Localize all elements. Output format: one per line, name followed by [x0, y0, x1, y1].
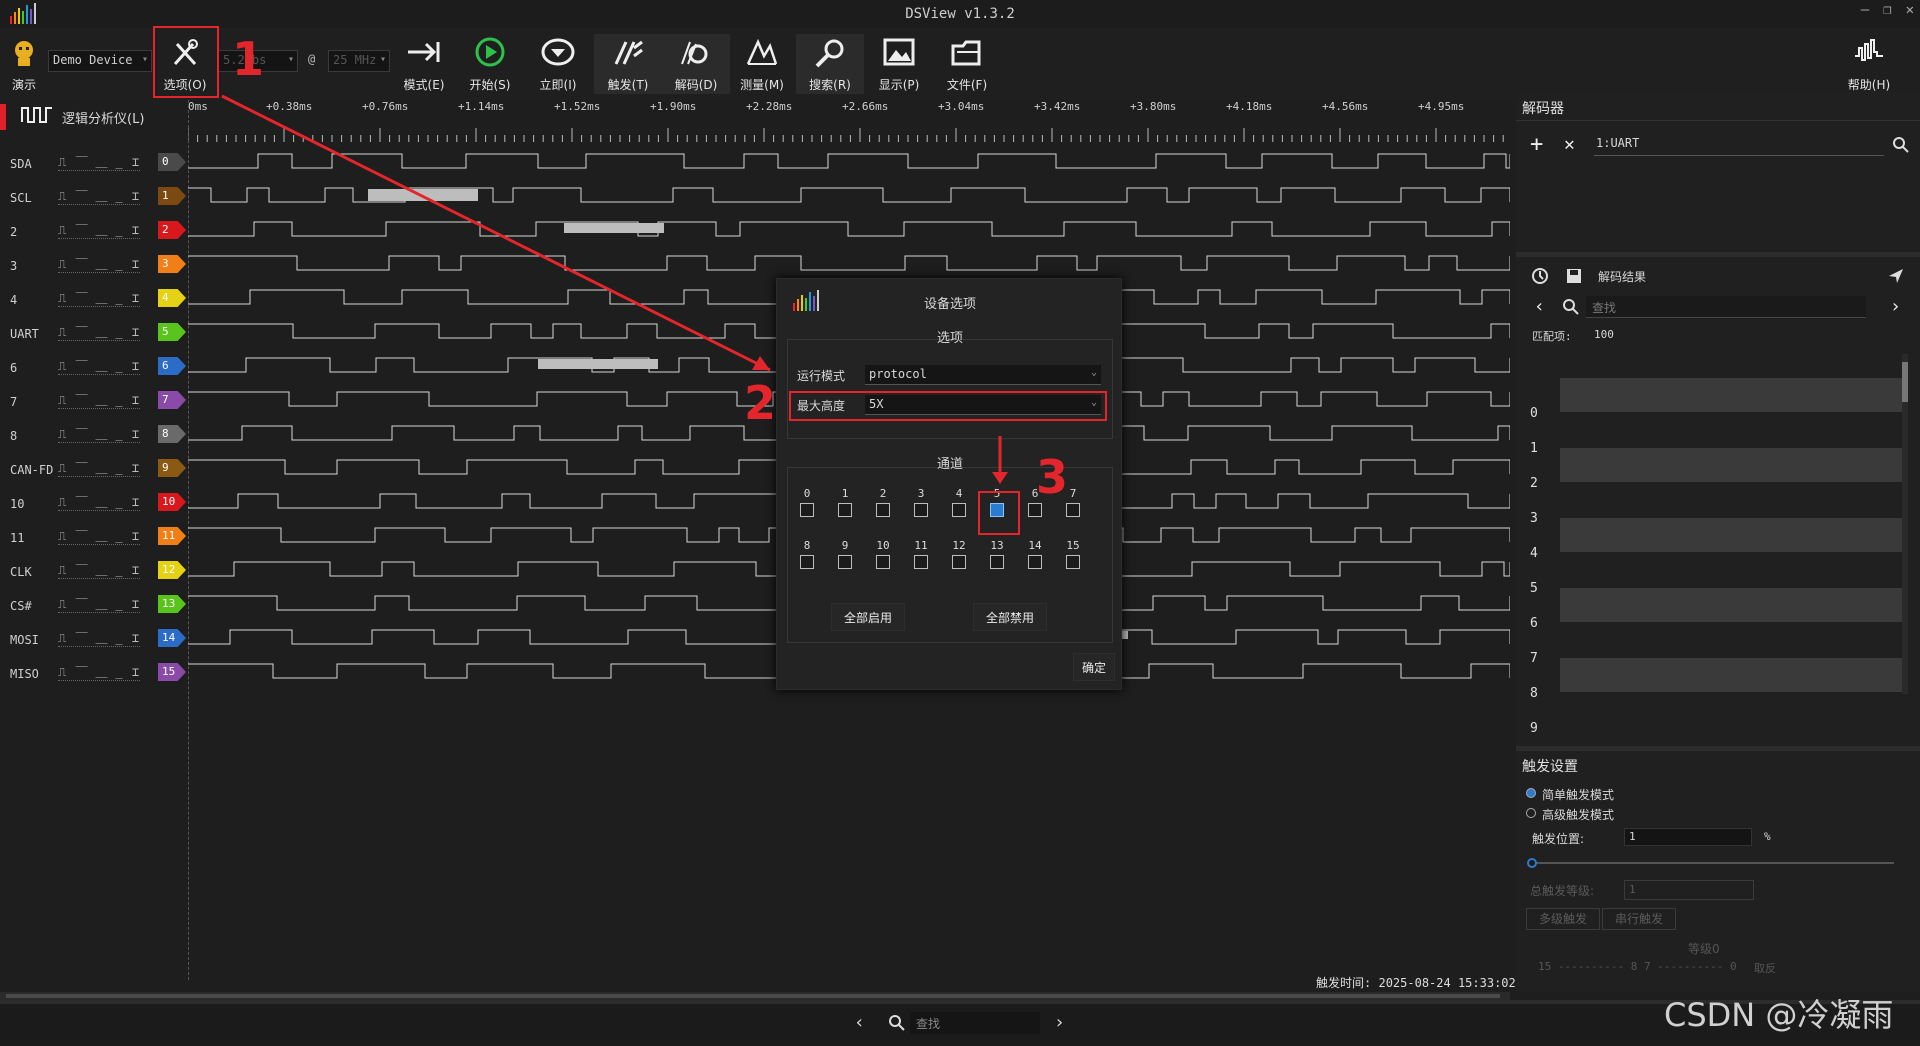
search-icon	[889, 1015, 905, 1031]
annotation-overlay	[153, 26, 1008, 484]
arrow-head-icon	[992, 472, 1008, 484]
watermark: CSDN @冷凝雨	[1664, 996, 1894, 1034]
annotation-number-2: 2	[744, 376, 777, 430]
prev-match-button[interactable]: ‹	[854, 1012, 865, 1033]
bottom-search-bar: ‹ 查找 ›	[0, 1000, 1920, 1046]
annotation-box-1	[153, 26, 219, 98]
bottom-search-input[interactable]: 查找	[910, 1012, 1040, 1034]
annotation-number-3: 3	[1036, 450, 1069, 504]
annotation-arrow-1	[221, 94, 771, 372]
dsview-app: DSView v1.3.2 — ❐ ✕ 演示 Demo Device ▾ 选项(O…	[0, 0, 1920, 1046]
annotation-number-1: 1	[232, 32, 265, 86]
next-match-button[interactable]: ›	[1054, 1012, 1065, 1033]
